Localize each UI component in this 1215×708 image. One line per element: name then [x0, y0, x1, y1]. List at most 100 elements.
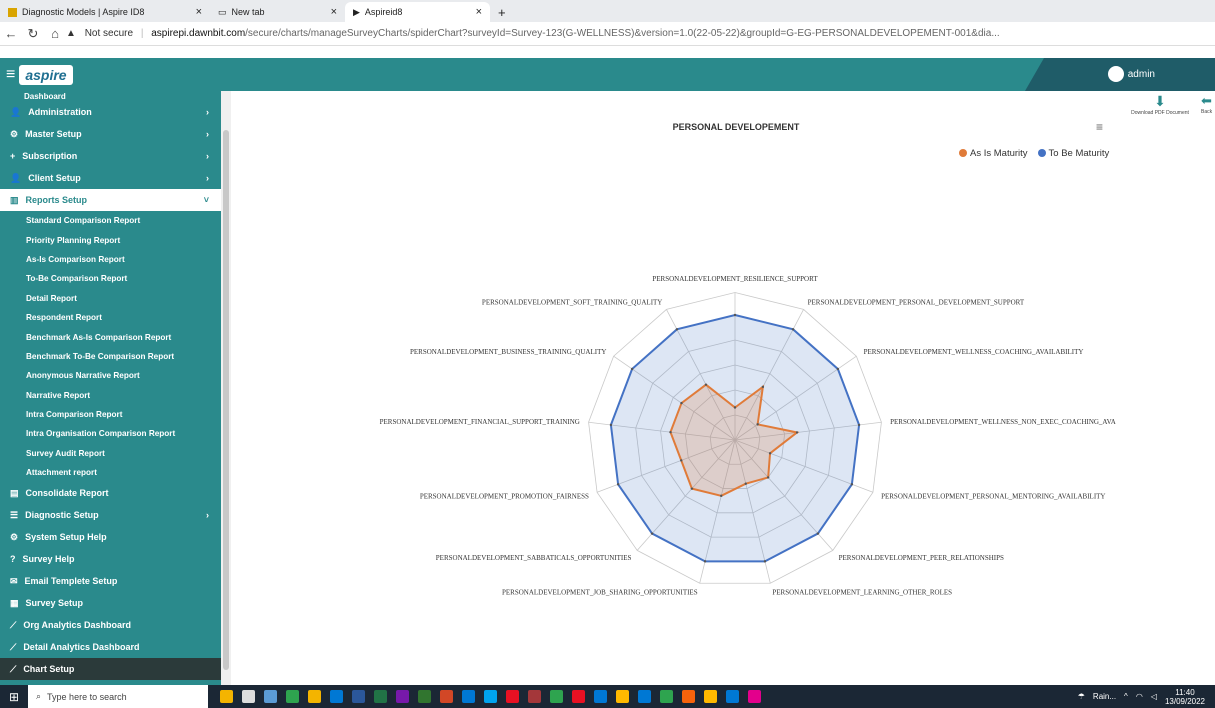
app-icon[interactable] — [484, 690, 497, 703]
sidebar-item-reports-setup[interactable]: ▥ Reports Setup ˅ — [0, 189, 221, 211]
sidebar-report-item[interactable]: Priority Planning Report — [0, 230, 221, 249]
browser-tab[interactable]: Diagnostic Models | Aspire ID8 × — [0, 2, 210, 22]
series-point-to-be[interactable] — [650, 532, 654, 535]
series-point-as-is[interactable] — [744, 482, 747, 485]
app-icon[interactable] — [638, 690, 651, 703]
sidebar-report-item[interactable]: Detail Report — [0, 289, 221, 308]
sidebar-item-administration[interactable]: 👤 Administration › — [0, 101, 221, 123]
sidebar-report-item[interactable]: Narrative Report — [0, 386, 221, 405]
series-point-to-be[interactable] — [850, 483, 854, 486]
series-point-to-be[interactable] — [857, 423, 861, 427]
series-point-to-be[interactable] — [836, 367, 840, 371]
series-point-to-be[interactable] — [703, 560, 707, 563]
sidebar-report-item[interactable]: Respondent Report — [0, 308, 221, 327]
refresh-icon[interactable]: ↻ — [22, 26, 44, 42]
clock[interactable]: 11:40 13/09/2022 — [1165, 688, 1205, 706]
sidebar-item-diagnostic-setup[interactable]: ☰ Diagnostic Setup › — [0, 504, 221, 526]
sidebar-item-subscription[interactable]: + Subscription › — [0, 145, 221, 167]
sidebar-item-chart-setup[interactable]: ⟋ Chart Setup — [0, 658, 221, 681]
app-icon[interactable] — [748, 690, 761, 703]
home-icon[interactable]: ⌂ — [44, 26, 66, 41]
series-point-as-is[interactable] — [669, 430, 672, 434]
app-icon[interactable] — [726, 690, 739, 703]
browser-tab-active[interactable]: ▶ Aspireid8 × — [345, 2, 490, 22]
sidebar-report-item[interactable]: Intra Organisation Comparison Report — [0, 424, 221, 443]
series-point-as-is[interactable] — [680, 459, 683, 462]
sidebar-report-item[interactable]: Standard Comparison Report — [0, 211, 221, 230]
sidebar-report-item[interactable]: Benchmark As-Is Comparison Report — [0, 327, 221, 346]
user-menu[interactable]: admin — [1107, 66, 1155, 82]
windows-start-icon[interactable]: ⊞ — [0, 690, 28, 704]
app-icon[interactable] — [506, 690, 519, 703]
close-tab-icon[interactable]: × — [476, 6, 482, 18]
app-icon[interactable] — [352, 690, 365, 703]
app-icon[interactable] — [220, 690, 233, 703]
series-point-as-is[interactable] — [680, 401, 683, 405]
series-point-as-is[interactable] — [704, 383, 708, 386]
chevron-up-icon[interactable]: ^ — [1124, 692, 1128, 701]
series-point-as-is[interactable] — [756, 423, 759, 426]
wifi-icon[interactable]: ◠ — [1136, 692, 1143, 701]
app-icon[interactable] — [660, 690, 673, 703]
app-icon[interactable] — [374, 690, 387, 703]
brand-logo[interactable]: aspire — [19, 64, 73, 85]
sidebar-report-item[interactable]: Benchmark To-Be Comparison Report — [0, 347, 221, 366]
series-point-as-is[interactable] — [766, 476, 770, 479]
app-icon[interactable] — [572, 690, 585, 703]
app-icon[interactable] — [440, 690, 453, 703]
app-icon[interactable] — [704, 690, 717, 703]
browser-tab[interactable]: ▭ New tab × — [210, 2, 345, 22]
volume-icon[interactable]: ◁ — [1151, 692, 1157, 701]
series-point-as-is[interactable] — [733, 406, 737, 409]
weather-icon[interactable]: ☂ — [1078, 692, 1085, 701]
app-icon[interactable] — [462, 690, 475, 703]
app-icon[interactable] — [418, 690, 431, 703]
app-icon[interactable] — [616, 690, 629, 703]
app-icon[interactable] — [308, 690, 321, 703]
series-point-as-is[interactable] — [720, 494, 723, 498]
sidebar-report-item[interactable]: Attachment report — [0, 463, 221, 482]
sidebar-report-item[interactable]: Intra Comparison Report — [0, 405, 221, 424]
series-point-to-be[interactable] — [675, 328, 679, 331]
back-arrow-icon[interactable]: ← — [0, 26, 22, 41]
url-field[interactable]: ▲ Not secure | aspirepi.dawnbit.com/secu… — [66, 28, 1215, 39]
series-point-to-be[interactable] — [733, 313, 737, 317]
sidebar-item-survey-help[interactable]: ? Survey Help — [0, 548, 221, 570]
sidebar-item-client-setup[interactable]: 👤 Client Setup › — [0, 167, 221, 189]
app-icon[interactable] — [396, 690, 409, 703]
sidebar-report-item[interactable]: Survey Audit Report — [0, 444, 221, 463]
sidebar-item-master-setup[interactable]: ⚙ Master Setup › — [0, 123, 221, 145]
series-point-as-is[interactable] — [795, 431, 799, 434]
app-icon[interactable] — [550, 690, 563, 703]
sidebar-item-email-templete-setup[interactable]: ✉ Email Templete Setup — [0, 570, 221, 592]
app-icon[interactable] — [594, 690, 607, 703]
sidebar-item-system-setup-help[interactable]: ⚙ System Setup Help — [0, 526, 221, 548]
series-point-as-is[interactable] — [761, 385, 765, 389]
close-tab-icon[interactable]: × — [331, 6, 337, 18]
app-icon[interactable] — [242, 690, 255, 703]
series-point-as-is[interactable] — [768, 452, 772, 455]
app-icon[interactable] — [264, 690, 277, 703]
app-icon[interactable] — [330, 690, 343, 703]
series-point-to-be[interactable] — [616, 483, 620, 486]
menu-icon[interactable]: ≡ — [6, 66, 15, 84]
close-tab-icon[interactable]: × — [196, 6, 202, 18]
app-icon[interactable] — [528, 690, 541, 703]
sidebar-report-item[interactable]: To-Be Comparison Report — [0, 269, 221, 288]
sidebar-item-survey-setup[interactable]: ▦ Survey Setup — [0, 592, 221, 614]
new-tab-button[interactable]: + — [490, 2, 514, 22]
series-point-as-is[interactable] — [690, 487, 694, 490]
series-point-to-be[interactable] — [763, 560, 767, 563]
sidebar-item-consolidate-report[interactable]: ▤ Consolidate Report — [0, 482, 221, 504]
sidebar-item-dashboard[interactable]: Dashboard — [0, 91, 221, 101]
app-icon[interactable] — [682, 690, 695, 703]
series-point-to-be[interactable] — [630, 367, 634, 371]
sidebar-item-detail-analytics-dashboard[interactable]: ⟋ Detail Analytics Dashboard — [0, 636, 221, 658]
series-point-to-be[interactable] — [609, 423, 613, 427]
sidebar-item-org-analytics-dashboard[interactable]: ⟋ Org Analytics Dashboard — [0, 614, 221, 636]
sidebar-report-item[interactable]: Anonymous Narrative Report — [0, 366, 221, 385]
sidebar-scroll-thumb[interactable] — [223, 130, 229, 670]
app-icon[interactable] — [286, 690, 299, 703]
series-point-to-be[interactable] — [816, 532, 820, 535]
series-point-to-be[interactable] — [791, 328, 795, 331]
